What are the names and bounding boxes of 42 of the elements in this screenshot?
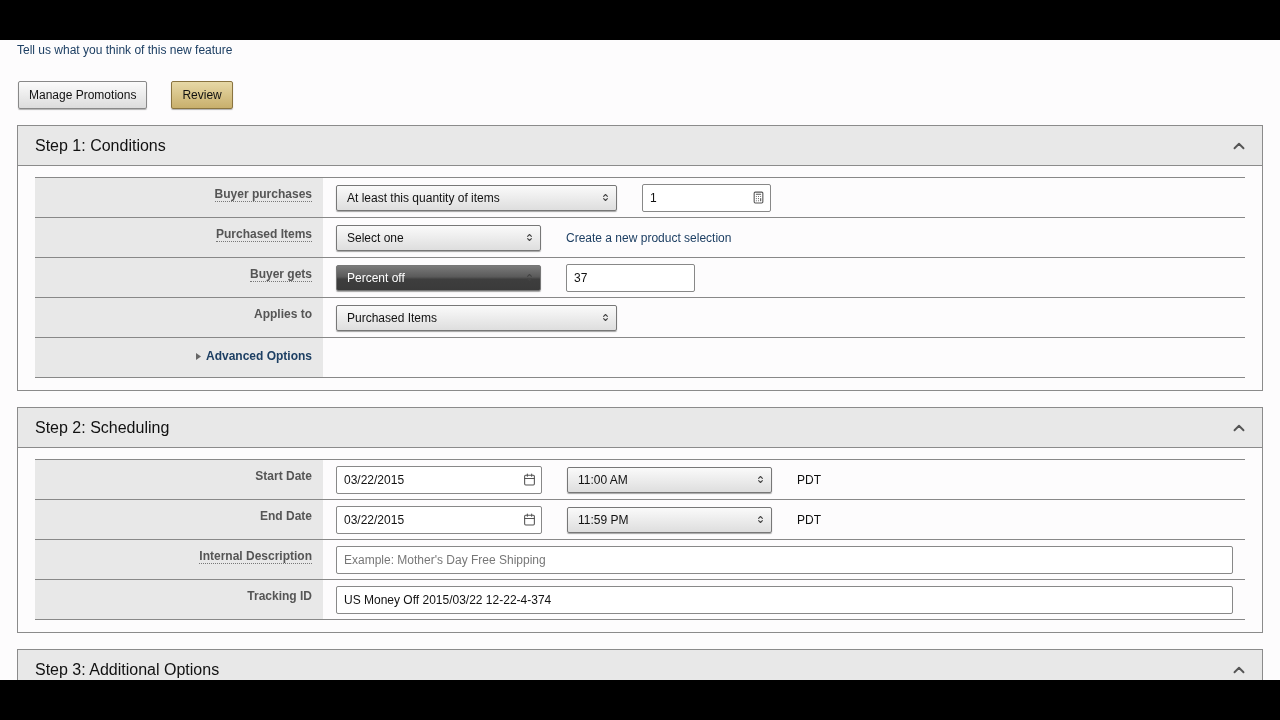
up-down-arrows-icon [601,313,610,322]
up-down-arrows-icon [756,515,765,524]
input-field[interactable]: 37 [566,263,695,292]
section-title: Step 3: Additional Options [35,660,220,679]
calendar-icon[interactable] [523,472,536,486]
up-down-arrows-icon [525,233,534,242]
feedback-link[interactable]: Tell us what you think of this new feature [17,43,233,57]
quantity-field[interactable]: 1 [642,183,771,212]
field-label: End Date [260,509,312,523]
section-title: Step 1: Conditions [35,136,166,155]
manage-promotions-button[interactable]: Manage Promotions [18,81,148,109]
field-label: Start Date [255,469,312,483]
time-zone: PDT [797,512,821,527]
create-selection-link[interactable]: Create a new product selection [566,230,732,245]
input-field[interactable]: Example: Mother's Day Free Shipping [336,545,1233,574]
caret-icon[interactable] [196,352,201,360]
field-label: Purchased Items [215,227,312,242]
section-header[interactable]: Step 2: Scheduling [18,408,1262,448]
dropdown[interactable]: Purchased Items [336,304,617,331]
dropdown[interactable]: 11:00 AM [567,466,772,493]
section-header[interactable]: Step 3: Additional Options [18,650,1262,680]
calculator-icon[interactable] [752,190,765,204]
dropdown[interactable]: Select one [336,224,541,251]
review-button[interactable]: Review [171,81,233,109]
section-header[interactable]: Step 1: Conditions [18,126,1262,166]
advanced-options-link[interactable]: Advanced Options [196,349,312,363]
dropdown[interactable]: At least this quantity of items [336,184,617,211]
field-label: Applies to [254,307,312,321]
calendar-icon[interactable] [523,512,536,526]
field-label: Buyer gets [249,267,312,282]
input-field[interactable]: US Money Off 2015/03/22 12-22-4-374 [336,585,1233,614]
dropdown[interactable]: 11:59 PM [567,506,772,533]
up-down-arrows-icon [756,475,765,484]
up-down-arrows-icon [601,193,610,202]
field-label: Buyer purchases [214,187,312,202]
date-field[interactable]: 03/22/2015 [336,505,542,534]
dropdown[interactable]: Percent off [336,264,541,291]
field-label: Internal Description [199,549,312,564]
section-title: Step 2: Scheduling [35,418,170,437]
field-label: Tracking ID [247,589,312,603]
date-field[interactable]: 03/22/2015 [336,465,542,494]
time-zone: PDT [797,472,821,487]
